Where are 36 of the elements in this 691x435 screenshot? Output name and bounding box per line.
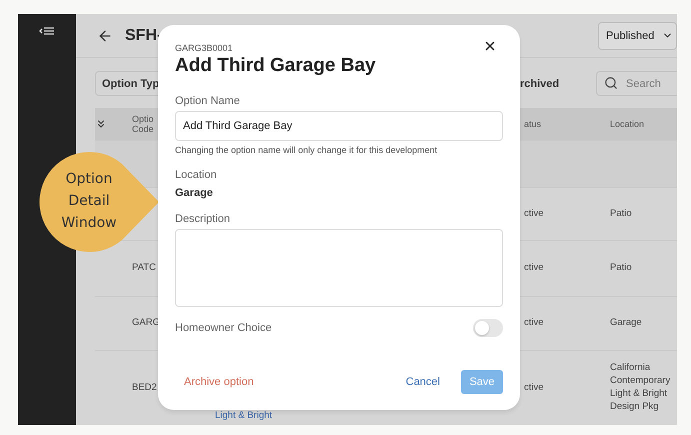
helper-text: Changing the option name will only change it for this development	[175, 145, 438, 155]
toggle-label: Homeowner Choice	[175, 322, 272, 334]
option-code: GARG3B0001	[175, 43, 233, 53]
cancel-button[interactable]: Cancel	[400, 375, 446, 389]
table-cell: ctive	[524, 208, 544, 220]
table-cell: BED2	[132, 382, 157, 394]
field-label: Description	[175, 213, 232, 225]
column-header: Location	[610, 119, 644, 129]
search-field[interactable]: Search	[596, 71, 677, 96]
option-name-field[interactable]: Add Third Garage Bay	[175, 111, 503, 141]
table-cell: ctive	[524, 317, 544, 330]
homeowner-choice-toggle[interactable]	[473, 319, 503, 337]
search-icon	[604, 76, 618, 90]
table-cell: Patio	[610, 208, 632, 220]
column-header: atus	[524, 119, 542, 129]
close-button[interactable]	[483, 39, 497, 53]
table-cell: ctive	[524, 262, 544, 275]
location-value: Garage	[175, 187, 214, 199]
callout-text: Option Detail Window	[60, 170, 118, 233]
table-cell: ctive	[524, 382, 544, 394]
archived-label: rchived	[520, 78, 560, 90]
table-cell: Garage	[610, 317, 642, 330]
dialog-title: Add Third Garage Bay	[175, 55, 376, 77]
description-field[interactable]	[175, 229, 503, 307]
column-header: Optio Code	[132, 114, 155, 134]
field-label: Option Name	[175, 95, 241, 107]
table-cell: PATC	[132, 262, 156, 275]
table-cell-text: California Contemporary Light & Bright Design Pkg	[610, 362, 672, 414]
table-cell: Patio	[610, 262, 632, 275]
publish-select[interactable]: Published	[598, 22, 677, 50]
expand-all-icon[interactable]	[95, 118, 107, 130]
field-label: Location	[175, 169, 218, 181]
archive-link[interactable]: Archive option	[184, 376, 400, 388]
back-icon[interactable]	[97, 28, 113, 44]
option-link[interactable]: Light & Bright	[215, 410, 272, 423]
page-title: SFH-	[125, 26, 164, 44]
